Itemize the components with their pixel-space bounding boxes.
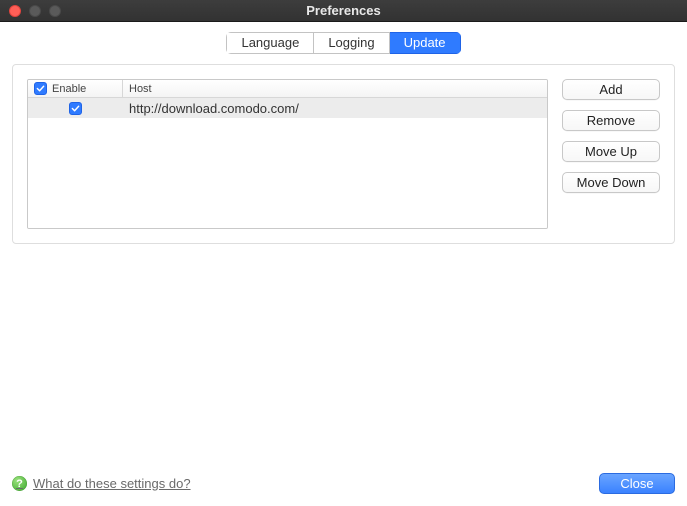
move-up-button[interactable]: Move Up — [562, 141, 660, 162]
action-buttons: Add Remove Move Up Move Down — [562, 79, 660, 229]
remove-button[interactable]: Remove — [562, 110, 660, 131]
window-body: Language Logging Update Enable Host — [0, 22, 687, 506]
table-body: http://download.comodo.com/ — [28, 98, 547, 228]
check-icon — [71, 104, 80, 113]
window-titlebar: Preferences — [0, 0, 687, 22]
help-link-text: What do these settings do? — [33, 476, 191, 491]
tab-logging[interactable]: Logging — [314, 32, 389, 54]
close-window-button[interactable] — [9, 5, 21, 17]
tabs-bar: Language Logging Update — [12, 32, 675, 64]
row-host-text: http://download.comodo.com/ — [129, 101, 299, 116]
table-header: Enable Host — [28, 80, 547, 98]
update-panel: Enable Host http://download.comodo.com/ — [12, 64, 675, 244]
tab-language[interactable]: Language — [226, 32, 314, 54]
close-button[interactable]: Close — [599, 473, 675, 494]
column-header-host[interactable]: Host — [123, 80, 547, 97]
maximize-window-button[interactable] — [49, 5, 61, 17]
column-header-enable[interactable]: Enable — [28, 80, 123, 97]
footer: ? What do these settings do? Close — [12, 463, 675, 494]
help-icon: ? — [12, 476, 27, 491]
check-icon — [36, 84, 45, 93]
row-enable-cell — [28, 98, 123, 118]
row-enable-checkbox[interactable] — [69, 102, 82, 115]
window-title: Preferences — [0, 3, 687, 18]
header-enable-checkbox[interactable] — [34, 82, 47, 95]
update-hosts-table: Enable Host http://download.comodo.com/ — [27, 79, 548, 229]
table-row[interactable]: http://download.comodo.com/ — [28, 98, 547, 118]
help-link[interactable]: ? What do these settings do? — [12, 476, 191, 491]
traffic-lights — [0, 5, 61, 17]
header-enable-label: Enable — [52, 83, 86, 95]
header-host-label: Host — [129, 83, 152, 95]
minimize-window-button[interactable] — [29, 5, 41, 17]
row-host-cell: http://download.comodo.com/ — [123, 98, 547, 118]
tab-update[interactable]: Update — [390, 32, 461, 54]
move-down-button[interactable]: Move Down — [562, 172, 660, 193]
add-button[interactable]: Add — [562, 79, 660, 100]
segmented-control: Language Logging Update — [226, 32, 460, 54]
